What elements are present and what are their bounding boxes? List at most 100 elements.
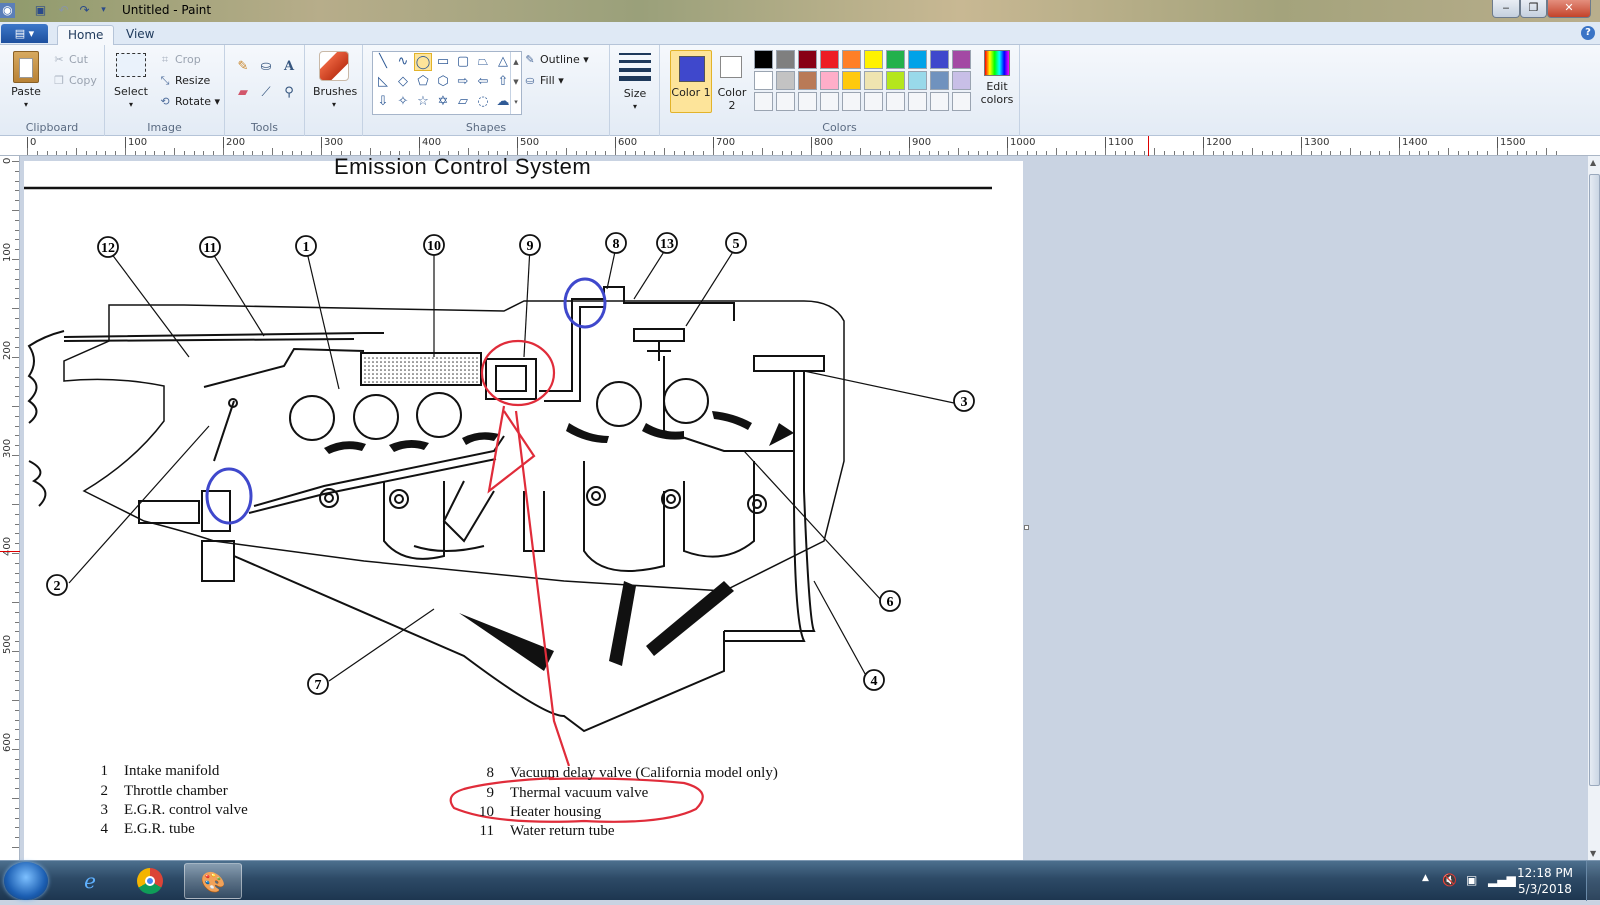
close-button[interactable]: ✕ [1547,0,1591,18]
eraser-icon[interactable]: ▰ [233,83,253,103]
palette-swatch[interactable] [886,50,905,69]
clock[interactable]: 12:18 PM 5/3/2018 [1517,865,1573,897]
paint-taskbar-icon[interactable]: 🎨 [184,863,242,899]
shapes-scroll-icon[interactable]: ▲ ▼ ▾ [510,52,521,114]
show-hidden-icons[interactable]: ▲ [1422,873,1429,883]
line-shape-icon[interactable]: ╲ [374,53,392,71]
canvas-resize-handle[interactable] [1024,525,1029,530]
color2-swatch[interactable] [720,56,742,78]
rectangle-shape-icon[interactable]: ▭ [434,53,452,71]
tab-view[interactable]: View [116,25,164,45]
palette-swatch[interactable] [776,50,795,69]
palette-swatch[interactable] [820,71,839,90]
palette-swatch[interactable] [908,50,927,69]
resize-button[interactable]: ⤡ Resize [158,71,211,90]
fill-button[interactable]: ⛀ Fill ▾ [523,71,563,90]
copy-button[interactable]: ❐ Copy [52,71,97,90]
cut-button[interactable]: ✂ Cut [52,50,88,69]
tab-home[interactable]: Home [57,25,115,45]
hexagon-shape-icon[interactable]: ⬡ [434,73,452,91]
brushes-button[interactable]: Brushes ▾ [313,51,357,113]
crop-button[interactable]: ⌗ Crop [158,50,201,69]
pencil-icon[interactable]: ✎ [233,57,253,77]
paste-button[interactable]: Paste ▾ [8,51,44,111]
magnifier-icon[interactable]: ⚲ [279,83,299,103]
polygon-shape-icon[interactable]: ⏢ [474,53,492,71]
size-button[interactable]: Size ▾ [615,51,655,113]
minimize-button[interactable]: ‒ [1492,0,1520,18]
palette-swatch[interactable] [842,71,861,90]
right-arrow-shape-icon[interactable]: ⇨ [454,73,472,91]
palette-swatch[interactable] [754,71,773,90]
palette-swatch[interactable] [886,71,905,90]
palette-swatch[interactable] [886,92,905,111]
color1-button[interactable]: Color 1 [670,50,712,113]
volume-muted-icon[interactable]: 🔇 [1442,873,1457,887]
paint-app-icon[interactable]: ◉ [0,3,15,18]
network-icon[interactable]: ▣ [1466,873,1477,887]
save-icon[interactable]: ▣ [33,3,48,18]
down-arrow-shape-icon[interactable]: ⇩ [374,93,392,111]
palette-swatch[interactable] [930,50,949,69]
palette-swatch[interactable] [864,50,883,69]
redo-icon[interactable]: ↷ [77,3,92,18]
palette-swatch[interactable] [776,92,795,111]
palette-swatch[interactable] [864,71,883,90]
palette-swatch[interactable] [820,92,839,111]
palette-swatch[interactable] [864,92,883,111]
curve-shape-icon[interactable]: ∿ [394,53,412,71]
palette-swatch[interactable] [754,92,773,111]
palette-swatch[interactable] [798,71,817,90]
palette-swatch[interactable] [930,71,949,90]
text-tool-icon[interactable]: A [279,57,299,77]
palette-swatch[interactable] [820,50,839,69]
paint-canvas[interactable]: Emission Control System 12 11 1 10 9 8 1… [24,156,1023,860]
canvas-area[interactable]: Emission Control System 12 11 1 10 9 8 1… [20,156,1587,860]
color2-label[interactable]: Color 2 [715,86,749,112]
right-triangle-shape-icon[interactable]: ◺ [374,73,392,91]
chrome-icon[interactable] [122,863,178,899]
palette-swatch[interactable] [776,71,795,90]
rounded-callout-shape-icon[interactable]: ▱ [454,93,472,111]
edit-colors-button[interactable]: Edit colors [975,50,1019,112]
scroll-up-icon[interactable]: ▲ [1590,158,1596,167]
diamond-shape-icon[interactable]: ◇ [394,73,412,91]
restore-button[interactable]: ❐ [1520,0,1547,18]
palette-swatch[interactable] [754,50,773,69]
scrollbar-thumb[interactable] [1589,174,1600,786]
outline-button[interactable]: ✎ Outline ▾ [523,50,588,69]
oval-shape-icon[interactable]: ◯ [414,53,432,71]
palette-swatch[interactable] [908,92,927,111]
palette-swatch[interactable] [930,92,949,111]
signal-icon[interactable]: ▂▄▆ [1488,873,1516,887]
palette-swatch[interactable] [952,92,971,111]
undo-icon[interactable]: ↶ [56,3,71,18]
five-point-star-shape-icon[interactable]: ☆ [414,93,432,111]
rounded-rectangle-shape-icon[interactable]: ▢ [454,53,472,71]
six-point-star-shape-icon[interactable]: ✡ [434,93,452,111]
oval-callout-shape-icon[interactable]: ◌ [474,93,492,111]
internet-explorer-icon[interactable]: ℯ [62,863,118,899]
fill-bucket-icon[interactable]: ⛀ [256,57,276,77]
scroll-down-icon[interactable]: ▼ [1590,849,1596,858]
palette-swatch[interactable] [798,50,817,69]
vertical-scrollbar[interactable]: ▲ ▼ [1587,156,1600,860]
color-picker-icon[interactable]: ⟋ [256,83,276,103]
select-button[interactable]: Select ▾ [113,53,149,113]
rotate-button[interactable]: ⟲ Rotate ▾ [158,92,220,111]
help-icon[interactable]: ? [1581,26,1595,40]
palette-swatch[interactable] [908,71,927,90]
palette-swatch[interactable] [798,92,817,111]
ruler-tick-label: 1000 [1007,137,1035,155]
palette-swatch[interactable] [842,92,861,111]
left-arrow-shape-icon[interactable]: ⇦ [474,73,492,91]
show-desktop-button[interactable] [1586,861,1600,901]
palette-swatch[interactable] [952,50,971,69]
pentagon-shape-icon[interactable]: ⬠ [414,73,432,91]
file-menu-button[interactable]: ▤ ▾ [1,24,48,43]
four-point-star-shape-icon[interactable]: ✧ [394,93,412,111]
palette-swatch[interactable] [842,50,861,69]
palette-swatch[interactable] [952,71,971,90]
customize-quick-access-icon[interactable]: ▾ [96,3,111,18]
start-button[interactable] [4,862,48,900]
